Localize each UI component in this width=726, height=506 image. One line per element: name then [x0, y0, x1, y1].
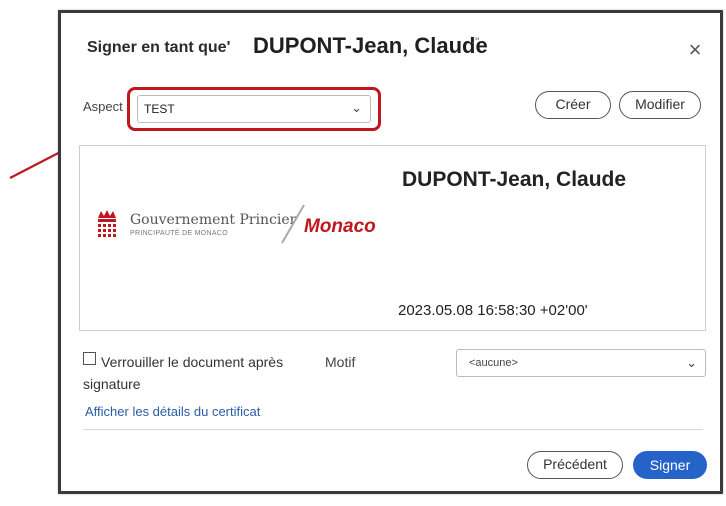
- signature-preview: Gouvernement Princier PRINCIPAUTÉ DE MON…: [79, 145, 706, 331]
- motif-select[interactable]: <aucune> ⌄: [456, 349, 706, 377]
- crown-emblem-icon: [98, 210, 116, 237]
- sign-button[interactable]: Signer: [633, 451, 707, 479]
- dialog-title: Signer en tant que': [87, 39, 231, 56]
- sign-dialog: Signer en tant que' DUPONT-Jean, Claude …: [58, 10, 723, 494]
- divider: [83, 429, 703, 430]
- previous-button[interactable]: Précédent: [527, 451, 623, 479]
- aspect-selected-value: TEST: [144, 102, 175, 116]
- lock-label: Verrouiller le document après signature: [83, 354, 284, 392]
- aspect-label: Aspect: [83, 99, 123, 114]
- signer-name-title: DUPONT-Jean, Claude: [253, 33, 488, 58]
- preview-date: 2023.05.08 16:58:30 +02'00': [398, 302, 588, 319]
- create-button[interactable]: Créer: [535, 91, 611, 119]
- motif-label: Motif: [325, 354, 356, 370]
- logo-title: Gouvernement Princier: [130, 212, 297, 228]
- aspect-select[interactable]: TEST ⌄: [137, 95, 371, 123]
- logo-brand: Monaco: [304, 216, 376, 237]
- chevron-down-icon: ⌄: [351, 100, 362, 115]
- monaco-government-logo: Gouvernement Princier PRINCIPAUTÉ DE MON…: [92, 204, 382, 256]
- motif-selected-value: <aucune>: [469, 357, 518, 369]
- modify-button[interactable]: Modifier: [619, 91, 701, 119]
- title-mark: ·": [471, 35, 480, 49]
- chevron-down-icon: ⌄: [686, 355, 697, 370]
- logo-subtitle: PRINCIPAUTÉ DE MONACO: [130, 230, 228, 237]
- certificate-details-link[interactable]: Afficher les détails du certificat: [85, 404, 260, 419]
- close-icon[interactable]: ×: [684, 39, 706, 61]
- preview-signer-name: DUPONT-Jean, Claude: [402, 168, 627, 191]
